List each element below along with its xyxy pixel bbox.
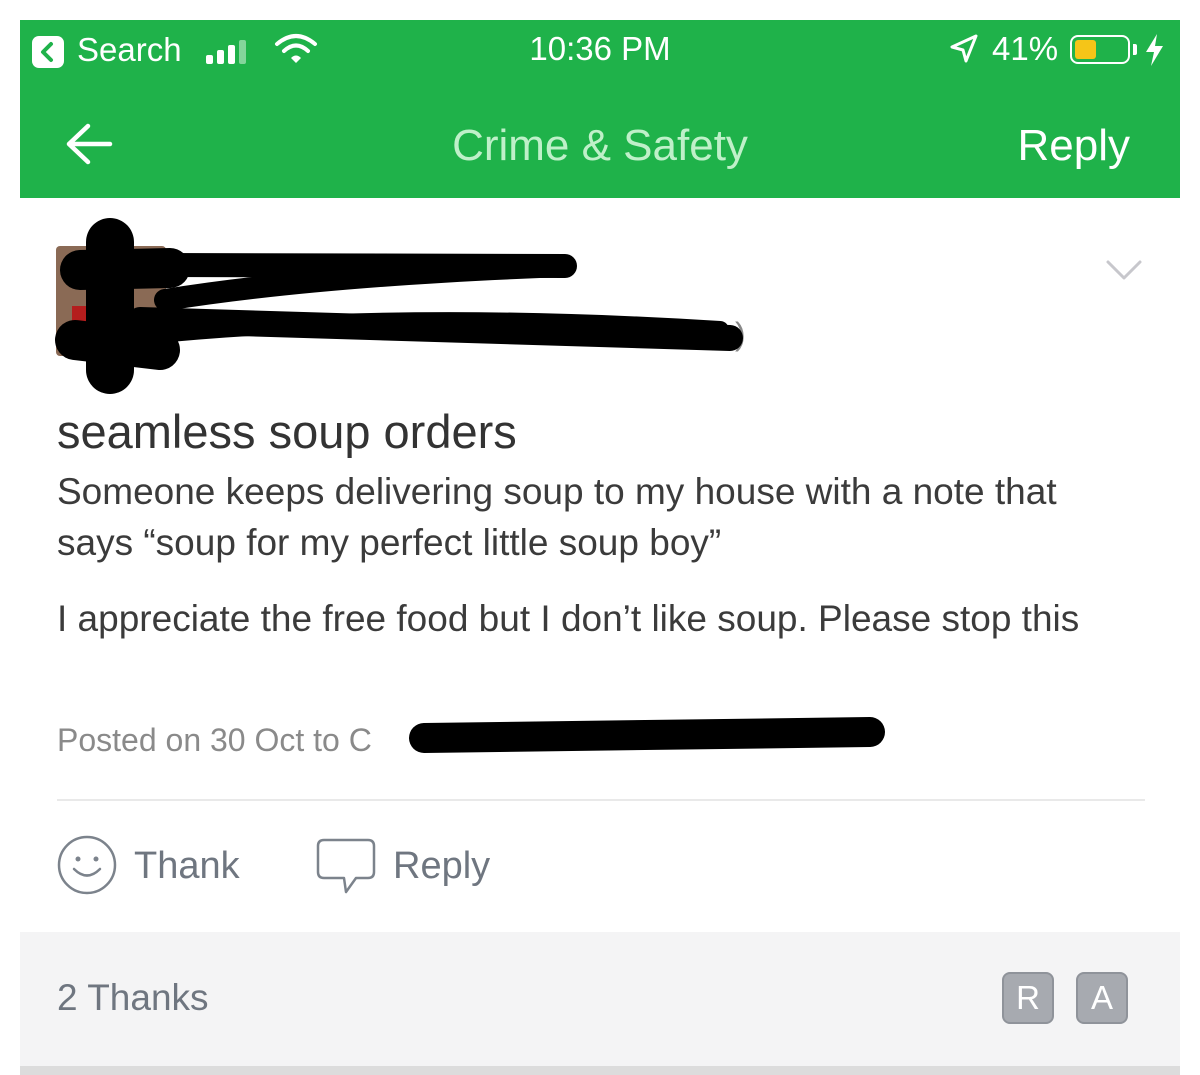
reply-label: Reply — [393, 845, 491, 887]
battery-tip — [1133, 44, 1137, 55]
back-to-app-button[interactable] — [32, 36, 64, 68]
page-title: Crime & Safety — [452, 121, 748, 170]
avatar-photo-detail — [72, 306, 102, 346]
header-reply-button[interactable]: Reply — [980, 118, 1131, 174]
thanks-count: 2 Thanks — [57, 977, 209, 1018]
status-time: 10:36 PM — [529, 30, 671, 67]
author-neighborhood: ) — [735, 316, 746, 352]
status-bar: Search 10:36 PM 41% — [20, 20, 1180, 80]
screen: Search 10:36 PM 41% Crime & Safety Reply… — [20, 20, 1180, 1075]
thank-label: Thank — [134, 845, 240, 887]
battery-icon — [1070, 35, 1130, 64]
author-avatar[interactable] — [56, 246, 166, 356]
post-title: seamless soup orders — [57, 405, 517, 458]
wifi-icon — [275, 34, 317, 63]
speech-bubble-icon — [316, 838, 376, 894]
app-header: Search 10:36 PM 41% Crime & Safety Reply — [20, 20, 1180, 198]
back-app-label[interactable]: Search — [77, 30, 182, 70]
post-body-paragraph: Someone keeps delivering soup to my hous… — [57, 471, 1057, 563]
chevron-down-icon[interactable] — [1104, 256, 1144, 284]
nav-bar: Crime & Safety Reply — [20, 82, 1180, 198]
post-meta: Posted on 30 Oct to C — [57, 722, 372, 758]
battery-percent: 41% — [992, 30, 1059, 67]
chevron-left-icon — [41, 42, 53, 62]
thanks-summary[interactable]: 2 Thanks R A — [20, 932, 1180, 1066]
cell-signal-icon — [206, 38, 256, 64]
thanker-avatar[interactable]: A — [1076, 972, 1128, 1024]
smiley-icon — [57, 835, 117, 895]
reply-button[interactable]: Reply — [316, 834, 516, 898]
thanker-avatar[interactable]: R — [1002, 972, 1054, 1024]
charging-bolt-icon — [1146, 34, 1163, 66]
arrow-left-icon[interactable] — [64, 122, 114, 166]
thank-button[interactable]: Thank — [56, 834, 256, 898]
post-body-paragraph: I appreciate the free food but I don’t l… — [57, 598, 1080, 639]
location-arrow-icon — [950, 34, 978, 63]
bottom-divider — [20, 1066, 1180, 1075]
battery-level-fill — [1075, 40, 1096, 59]
divider — [57, 799, 1145, 801]
